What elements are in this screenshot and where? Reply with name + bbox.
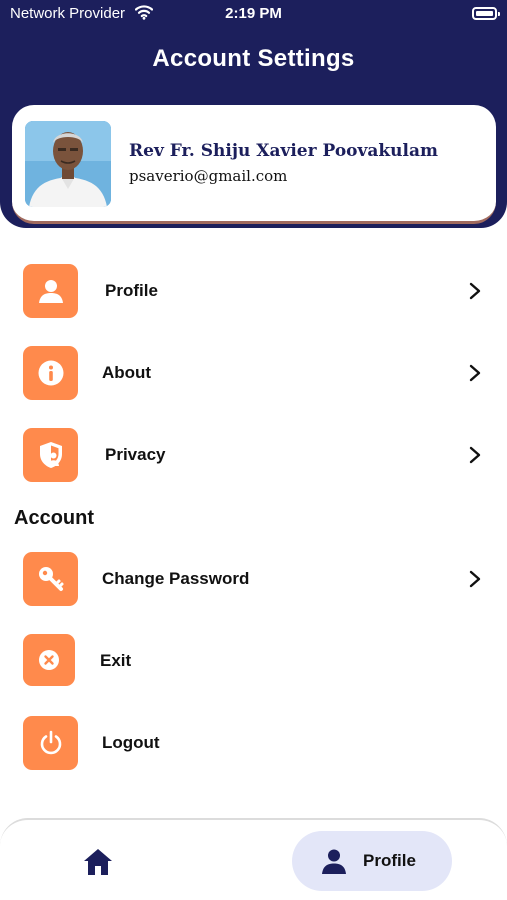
section-title-account: Account [14, 507, 94, 529]
menu-label-change-password: Change Password [102, 569, 250, 588]
chevron-right-icon [469, 364, 481, 382]
shield-user-icon [23, 428, 78, 482]
home-button[interactable] [76, 842, 120, 882]
menu-item-logout[interactable]: Logout [0, 713, 507, 773]
tab-profile-label: Profile [363, 851, 416, 870]
menu-item-about[interactable]: About [0, 343, 507, 403]
menu-label-logout: Logout [102, 733, 160, 752]
menu-item-exit[interactable]: Exit [0, 631, 507, 691]
header: Network Provider 2:19 PM Account Setting… [0, 0, 507, 228]
person-icon [322, 849, 346, 874]
profile-email: psaverio@gmail.com [129, 167, 288, 185]
key-icon [23, 552, 78, 606]
person-icon [23, 264, 78, 318]
profile-card[interactable]: Rev Fr. Shiju Xavier Poovakulam psaverio… [12, 105, 496, 224]
menu-item-change-password[interactable]: Change Password [0, 549, 507, 609]
home-icon [84, 849, 112, 875]
avatar [25, 121, 111, 207]
menu-label-privacy: Privacy [105, 445, 166, 464]
power-icon [23, 716, 78, 770]
page-title: Account Settings [152, 45, 355, 72]
menu-item-privacy[interactable]: Privacy [0, 425, 507, 485]
chevron-right-icon [469, 570, 481, 588]
tab-profile[interactable]: Profile [292, 831, 452, 891]
bottom-nav: Profile [0, 818, 507, 900]
menu-label-exit: Exit [100, 651, 132, 670]
chevron-right-icon [469, 282, 481, 300]
status-time: 2:19 PM [225, 5, 282, 22]
menu-label-about: About [102, 363, 152, 382]
battery-icon [472, 7, 500, 20]
profile-name: Rev Fr. Shiju Xavier Poovakulam [129, 141, 438, 161]
status-bar: Network Provider 2:19 PM [0, 0, 507, 28]
menu-item-profile[interactable]: Profile [0, 261, 507, 321]
menu-label-profile: Profile [105, 281, 158, 300]
info-icon [23, 346, 78, 400]
close-circle-icon [23, 634, 75, 686]
chevron-right-icon [469, 446, 481, 464]
